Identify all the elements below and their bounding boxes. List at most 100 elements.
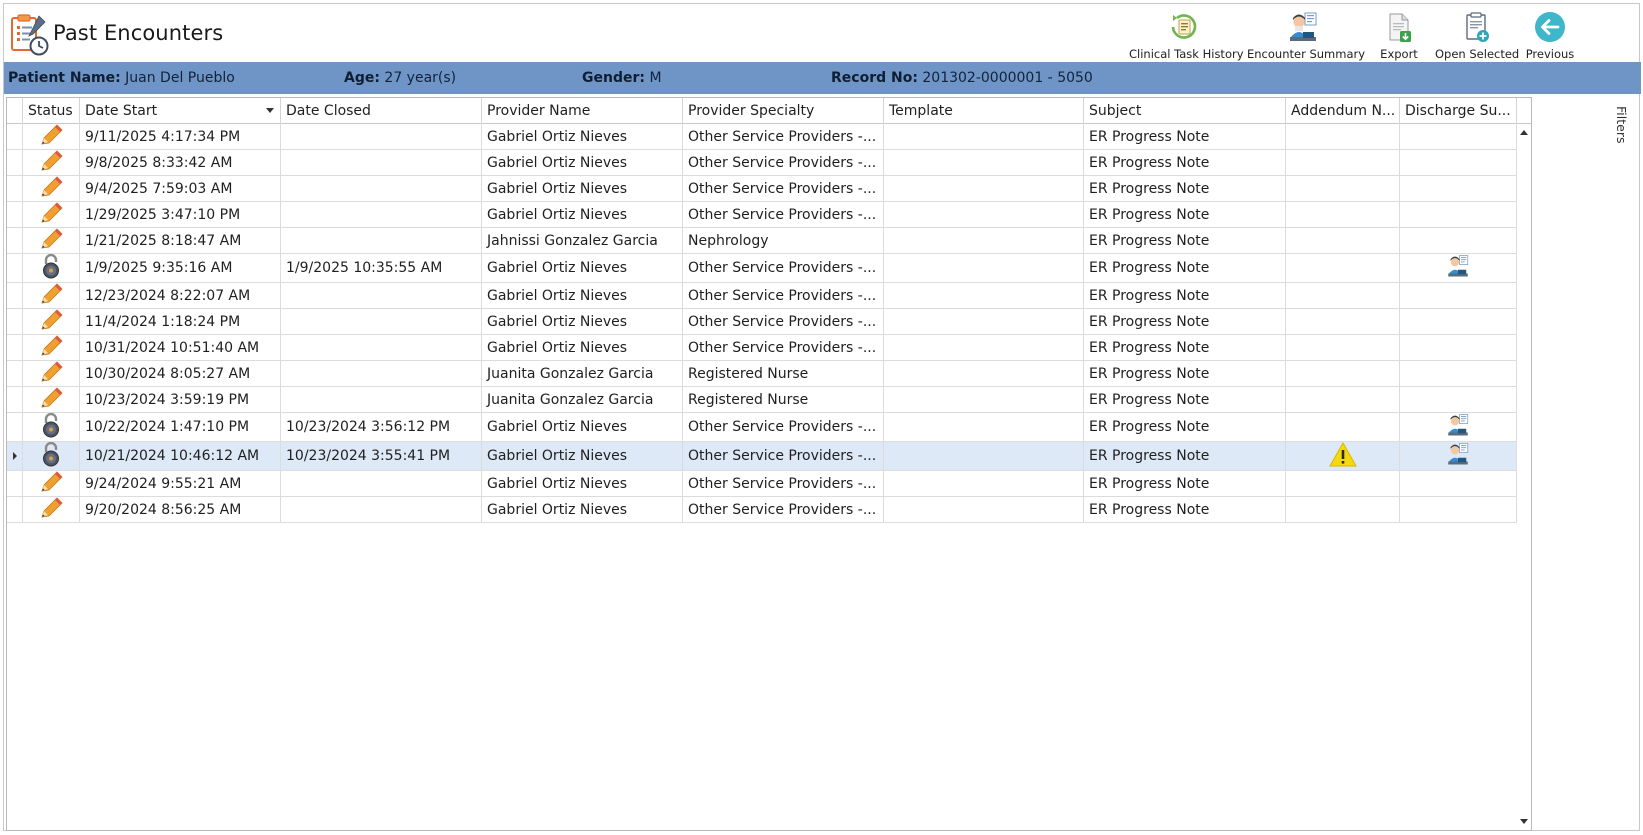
header-col-provider-name[interactable]: Provider Name (482, 98, 683, 124)
date-start-text: 1/29/2025 3:47:10 PM (85, 206, 241, 223)
provider-name-cell: Gabriel Ortiz Nieves (482, 442, 683, 470)
row-indicator (7, 335, 23, 360)
date-closed-cell (281, 471, 482, 496)
subject-cell: ER Progress Note (1084, 413, 1286, 441)
discharge-summary-cell (1400, 176, 1517, 201)
scroll-down-icon[interactable] (1520, 819, 1528, 824)
addendum-cell (1286, 387, 1400, 412)
table-row[interactable]: 9/11/2025 4:17:34 PM Gabriel Ortiz Nieves… (7, 124, 1517, 150)
provider-specialty-text: Other Service Providers -... (688, 419, 877, 435)
clinical-task-history-button[interactable]: Clinical Task History (1129, 6, 1244, 62)
header-col-addendum[interactable]: Addendum N... (1286, 98, 1400, 124)
subject-text: ER Progress Note (1089, 313, 1210, 330)
discharge-summary-cell (1400, 228, 1517, 253)
open-selected-button[interactable]: Open Selected (1435, 6, 1519, 62)
warning-icon[interactable] (1328, 442, 1357, 470)
table-row[interactable]: 1/21/2025 8:18:47 AM Jahnissi Gonzalez Ga… (7, 228, 1517, 254)
header-col-date-closed[interactable]: Date Closed (281, 98, 482, 124)
previous-arrow-icon (1535, 12, 1565, 42)
table-row[interactable]: 9/8/2025 8:33:42 AM Gabriel Ortiz Nieves O… (7, 150, 1517, 176)
date-start-cell: 10/23/2024 3:59:19 PM (80, 387, 281, 412)
date-start-cell: 1/9/2025 9:35:16 AM (80, 254, 281, 282)
provider-specialty-cell: Other Service Providers -... (683, 309, 884, 334)
previous-button[interactable]: Previous (1521, 6, 1579, 62)
header-col-template[interactable]: Template (884, 98, 1084, 124)
header-col-subject[interactable]: Subject (1084, 98, 1286, 124)
provider-name-text: Juanita Gonzalez Garcia (487, 365, 654, 382)
discharge-summary-cell (1400, 413, 1517, 441)
subject-cell: ER Progress Note (1084, 361, 1286, 386)
discharge-summary-cell (1400, 497, 1517, 522)
sort-descending-icon[interactable] (266, 108, 274, 113)
table-row[interactable]: 11/4/2024 1:18:24 PM Gabriel Ortiz Nieves… (7, 309, 1517, 335)
date-start-text: 10/23/2024 3:59:19 PM (85, 391, 250, 408)
table-row[interactable]: 9/4/2025 7:59:03 AM Gabriel Ortiz Nieves O… (7, 176, 1517, 202)
vertical-scrollbar[interactable] (1517, 124, 1531, 830)
provider-specialty-cell: Registered Nurse (683, 387, 884, 412)
discharge-summary-cell (1400, 202, 1517, 227)
discharge-summary-cell (1400, 254, 1517, 282)
table-row[interactable]: 10/21/2024 10:46:12 AM 10/23/2024 3:55:41… (7, 442, 1517, 471)
date-start-text: 9/11/2025 4:17:34 PM (85, 128, 241, 145)
patient-info-bar: Patient Name: Juan Del Pueblo Age: 27 ye… (4, 62, 1641, 94)
provider-specialty-cell: Other Service Providers -... (683, 497, 884, 522)
discharge-summary-icon[interactable] (1445, 413, 1471, 441)
pencil-edit-icon (38, 361, 64, 386)
encounter-summary-button[interactable]: Encounter Summary (1247, 6, 1365, 62)
header-col-discharge-summary[interactable]: Discharge Su... (1400, 98, 1517, 124)
status-cell (23, 497, 80, 522)
addendum-cell (1286, 413, 1400, 441)
provider-specialty-text: Other Service Providers -... (688, 448, 877, 464)
table-row[interactable]: 10/31/2024 10:51:40 AM Gabriel Ortiz Niev… (7, 335, 1517, 361)
date-start-cell: 9/20/2024 8:56:25 AM (80, 497, 281, 522)
provider-specialty-text: Other Service Providers -... (688, 260, 877, 276)
provider-specialty-text: Other Service Providers -... (688, 475, 877, 492)
table-row[interactable]: 9/20/2024 8:56:25 AM Gabriel Ortiz Nieves… (7, 497, 1517, 523)
provider-specialty-cell: Other Service Providers -... (683, 335, 884, 360)
provider-specialty-text: Other Service Providers -... (688, 180, 877, 197)
date-start-text: 9/24/2024 9:55:21 AM (85, 475, 242, 492)
provider-specialty-text: Other Service Providers -... (688, 339, 877, 356)
provider-specialty-text: Other Service Providers -... (688, 501, 877, 518)
table-row[interactable]: 10/22/2024 1:47:10 PM 10/23/2024 3:56:12 … (7, 413, 1517, 442)
header-col-provider-specialty[interactable]: Provider Specialty (683, 98, 884, 124)
scroll-up-icon[interactable] (1520, 130, 1528, 135)
pencil-edit-icon (38, 335, 64, 360)
subject-text: ER Progress Note (1089, 287, 1210, 304)
date-start-cell: 9/4/2025 7:59:03 AM (80, 176, 281, 201)
table-row[interactable]: 10/23/2024 3:59:19 PM Juanita Gonzalez Ga… (7, 387, 1517, 413)
table-row[interactable]: 10/30/2024 8:05:27 AM Juanita Gonzalez Ga… (7, 361, 1517, 387)
table-row[interactable]: 1/9/2025 9:35:16 AM 1/9/2025 10:35:55 AM G… (7, 254, 1517, 283)
table-row[interactable]: 1/29/2025 3:47:10 PM Gabriel Ortiz Nieves… (7, 202, 1517, 228)
template-cell (884, 442, 1084, 470)
provider-specialty-cell: Other Service Providers -... (683, 413, 884, 441)
provider-specialty-text: Other Service Providers -... (688, 206, 877, 223)
subject-cell: ER Progress Note (1084, 202, 1286, 227)
discharge-summary-cell (1400, 124, 1517, 149)
subject-text: ER Progress Note (1089, 448, 1210, 464)
date-start-text: 10/31/2024 10:51:40 AM (85, 339, 260, 356)
header-col-status[interactable]: Status (23, 98, 80, 124)
date-start-text: 9/20/2024 8:56:25 AM (85, 501, 242, 518)
row-indicator (7, 387, 23, 412)
export-button[interactable]: Export (1369, 6, 1429, 62)
discharge-summary-icon[interactable] (1445, 442, 1471, 470)
filters-tab[interactable]: Filters (1613, 102, 1633, 162)
date-closed-cell (281, 335, 482, 360)
row-indicator (7, 254, 23, 282)
header-label: Provider Specialty (688, 103, 815, 119)
table-row[interactable]: 9/24/2024 9:55:21 AM Gabriel Ortiz Nieves… (7, 471, 1517, 497)
header-col-date-start[interactable]: Date Start (80, 98, 281, 124)
table-row[interactable]: 12/23/2024 8:22:07 AM Gabriel Ortiz Nieve… (7, 283, 1517, 309)
patient-gender-label: Gender: (582, 70, 645, 86)
discharge-summary-cell (1400, 335, 1517, 360)
status-cell (23, 124, 80, 149)
row-indicator (7, 150, 23, 175)
template-cell (884, 124, 1084, 149)
row-indicator (7, 309, 23, 334)
provider-name-text: Gabriel Ortiz Nieves (487, 448, 628, 464)
task-history-icon (1171, 14, 1197, 39)
template-cell (884, 228, 1084, 253)
status-cell (23, 283, 80, 308)
discharge-summary-icon[interactable] (1445, 254, 1471, 282)
